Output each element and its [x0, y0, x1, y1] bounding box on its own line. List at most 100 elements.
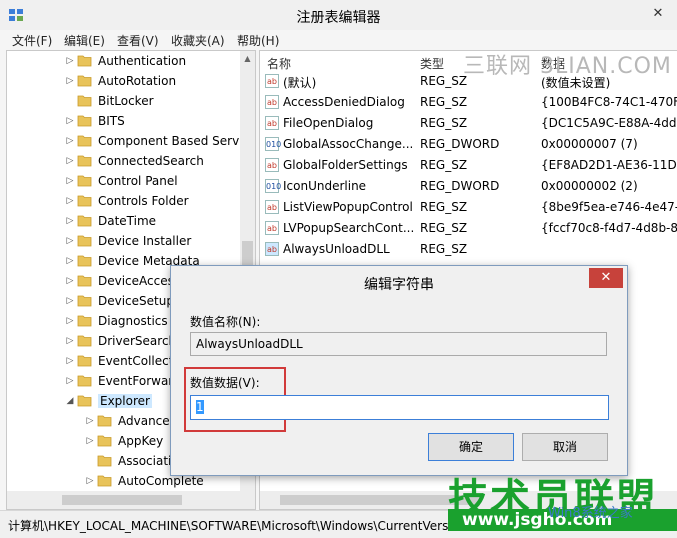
value-row[interactable]: 010 IconUnderline REG_DWORD 0x00000002 (2) — [260, 177, 677, 198]
value-name: ListViewPopupControl — [283, 200, 413, 214]
value-name: AlwaysUnloadDLL — [283, 242, 390, 256]
expand-arrow-icon[interactable]: ▷ — [65, 274, 75, 288]
logo-subtitle: Win8系统之家 — [548, 506, 633, 521]
tree-item-label: Device Installer — [98, 234, 192, 248]
tree-item-label: AutoRotation — [98, 74, 177, 88]
string-value-icon: ab — [265, 221, 279, 235]
status-path: 计算机\HKEY_LOCAL_MACHINE\SOFTWARE\Microsof… — [8, 519, 452, 533]
column-header-type[interactable]: 类型 — [420, 55, 444, 72]
ok-button[interactable]: 确定 — [428, 433, 514, 461]
folder-icon — [77, 295, 92, 307]
value-type: REG_SZ — [420, 200, 468, 214]
menu-help[interactable]: 帮助(H) — [237, 32, 279, 49]
tree-item[interactable]: ▷ BITS — [7, 111, 239, 131]
folder-icon — [77, 95, 92, 107]
expand-arrow-icon[interactable] — [85, 454, 95, 468]
value-data: {100B4FC8-74C1-470F- — [541, 95, 677, 109]
value-name: GlobalFolderSettings — [283, 158, 408, 172]
tree-horizontal-scrollbar[interactable] — [7, 491, 255, 509]
expand-arrow-icon[interactable]: ▷ — [65, 154, 75, 168]
expand-arrow-icon[interactable]: ▷ — [65, 254, 75, 268]
expand-arrow-icon[interactable]: ▷ — [85, 414, 95, 428]
dialog-title: 编辑字符串 — [364, 277, 434, 293]
string-value-icon: ab — [265, 74, 279, 88]
menu-view[interactable]: 查看(V) — [117, 32, 159, 49]
expand-arrow-icon[interactable]: ▷ — [85, 434, 95, 448]
menu-favorites[interactable]: 收藏夹(A) — [171, 32, 225, 49]
window-close-button[interactable]: ✕ — [645, 4, 671, 24]
site-logo: 技术员联盟 www.jsgho.com Win8系统之家 — [448, 466, 677, 537]
value-data-input[interactable]: 1 — [190, 395, 609, 420]
tree-item[interactable]: ▷ ConnectedSearch — [7, 151, 239, 171]
value-row[interactable]: 010 GlobalAssocChange... REG_DWORD 0x000000… — [260, 135, 677, 156]
binary-value-icon: 010 — [265, 137, 281, 151]
tree-item[interactable]: ▷ DateTime — [7, 211, 239, 231]
folder-icon — [77, 75, 92, 87]
expand-arrow-icon[interactable]: ▷ — [65, 214, 75, 228]
edit-string-dialog: 编辑字符串 ✕ 数值名称(N): AlwaysUnloadDLL 数值数据(V)… — [170, 265, 628, 476]
value-name: LVPopupSearchCont... — [283, 221, 415, 235]
tree-item[interactable]: ▷ Authentication — [7, 51, 239, 71]
scroll-up-icon[interactable]: ▲ — [240, 51, 255, 66]
expand-arrow-icon[interactable]: ▷ — [65, 174, 75, 188]
menu-bar: 文件(F) 编辑(E) 查看(V) 收藏夹(A) 帮助(H) — [0, 30, 677, 50]
expanded-arrow-icon[interactable]: ◢ — [65, 394, 75, 408]
tree-item[interactable]: ▷ Device Installer — [7, 231, 239, 251]
folder-icon — [77, 335, 92, 347]
value-row[interactable]: ab AccessDeniedDialog REG_SZ {100B4FC8-74C1… — [260, 93, 677, 114]
folder-icon — [77, 195, 92, 207]
menu-edit[interactable]: 编辑(E) — [64, 32, 105, 49]
tree-item-label: BITS — [98, 114, 125, 128]
folder-icon — [97, 435, 112, 447]
menu-file[interactable]: 文件(F) — [12, 32, 52, 49]
tree-item-label: Diagnostics — [98, 314, 168, 328]
expand-arrow-icon[interactable] — [65, 94, 75, 108]
expand-arrow-icon[interactable]: ▷ — [65, 374, 75, 388]
value-row[interactable]: ab ListViewPopupControl REG_SZ {8be9f5ea-e7… — [260, 198, 677, 219]
expand-arrow-icon[interactable]: ▷ — [65, 74, 75, 88]
expand-arrow-icon[interactable]: ▷ — [65, 134, 75, 148]
folder-icon — [77, 375, 92, 387]
folder-icon — [77, 355, 92, 367]
tree-item-label: AppKey — [118, 434, 164, 448]
value-name: AccessDeniedDialog — [283, 95, 405, 109]
cancel-button[interactable]: 取消 — [522, 433, 608, 461]
expand-arrow-icon[interactable]: ▷ — [65, 194, 75, 208]
tree-item-label: Controls Folder — [98, 194, 189, 208]
value-row[interactable]: ab AlwaysUnloadDLL REG_SZ — [260, 240, 677, 261]
dialog-close-button[interactable]: ✕ — [589, 268, 623, 288]
tree-item[interactable]: ▷ Controls Folder — [7, 191, 239, 211]
expand-arrow-icon[interactable]: ▷ — [85, 474, 95, 488]
value-data-label: 数值数据(V): — [190, 376, 260, 390]
value-name-label: 数值名称(N): — [190, 315, 261, 329]
expand-arrow-icon[interactable]: ▷ — [65, 54, 75, 68]
expand-arrow-icon[interactable]: ▷ — [65, 354, 75, 368]
tree-item-label: Authentication — [98, 54, 187, 68]
value-data: {8be9f5ea-e746-4e47- — [541, 200, 677, 214]
expand-arrow-icon[interactable]: ▷ — [65, 294, 75, 308]
value-row[interactable]: ab GlobalFolderSettings REG_SZ {EF8AD2D1-AE… — [260, 156, 677, 177]
expand-arrow-icon[interactable]: ▷ — [65, 114, 75, 128]
tree-item[interactable]: ▷ Control Panel — [7, 171, 239, 191]
value-name: (默认) — [283, 76, 317, 90]
tree-item[interactable]: ▷ Component Based Serv — [7, 131, 240, 151]
folder-icon — [97, 475, 112, 487]
value-type: REG_SZ — [420, 95, 468, 109]
value-row[interactable]: ab LVPopupSearchCont... REG_SZ {fccf70c8-f4… — [260, 219, 677, 240]
string-value-icon: ab — [265, 242, 279, 256]
tree-hscroll-thumb[interactable] — [62, 495, 182, 505]
string-value-icon: ab — [265, 158, 279, 172]
value-row[interactable]: ab FileOpenDialog REG_SZ {DC1C5A9C-E88A-4dd — [260, 114, 677, 135]
tree-item[interactable]: BitLocker — [7, 91, 239, 111]
tree-item-label: Control Panel — [98, 174, 178, 188]
folder-icon — [77, 275, 92, 287]
value-type: REG_DWORD — [420, 137, 500, 151]
tree-item-label: DateTime — [98, 214, 157, 228]
value-type: REG_SZ — [420, 242, 468, 256]
expand-arrow-icon[interactable]: ▷ — [65, 314, 75, 328]
tree-item-label: AutoComplete — [118, 474, 204, 488]
column-header-name[interactable]: 名称 — [267, 55, 291, 72]
expand-arrow-icon[interactable]: ▷ — [65, 234, 75, 248]
expand-arrow-icon[interactable]: ▷ — [65, 334, 75, 348]
tree-item[interactable]: ▷ AutoRotation — [7, 71, 239, 91]
